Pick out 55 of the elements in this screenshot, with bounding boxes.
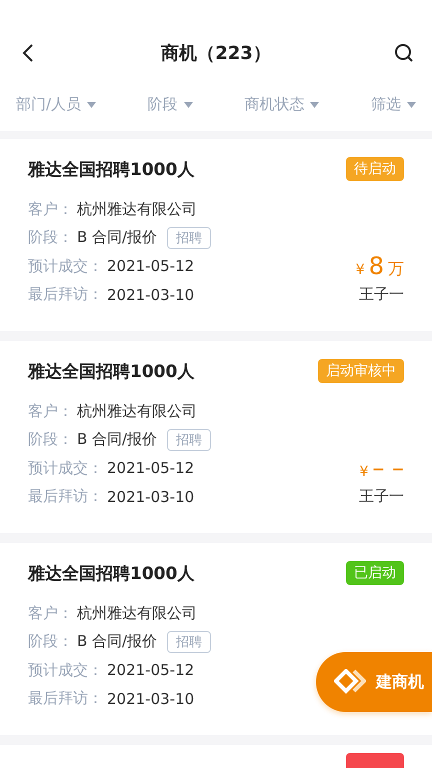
visit-date: 2021-03-10 [107,690,194,708]
stage-value: B 合同/报价 [77,228,158,248]
amount-value: – – [372,454,404,482]
customer-name: 杭州雅达有限公司 [77,402,197,421]
visit-date: 2021-03-10 [107,286,194,304]
owner-name: 王子一 [359,285,404,304]
filter-dropdown[interactable]: 商机状态 [244,95,320,114]
customer-name: 杭州雅达有限公司 [77,604,197,623]
amount-value: 8 [368,252,384,280]
field-label: 预计成交： [28,660,103,680]
currency-symbol: ¥ [356,262,365,278]
caret-icon [184,102,193,108]
field-label: 预计成交： [28,458,103,478]
card-title: 雅达全国招聘1000人 [28,360,194,382]
owner-name: 王子一 [359,487,404,506]
caret-icon [87,102,96,108]
deal-date: 2021-05-12 [107,661,194,680]
visit-date: 2021-03-10 [107,488,194,506]
field-label: 客户： [28,604,73,623]
back-icon [21,43,35,63]
category-tag: 招聘 [167,630,212,653]
deal-date: 2021-05-12 [107,459,194,478]
filter-dropdown[interactable]: 部门/人员 [16,95,96,114]
amount-unit: 万 [388,259,404,280]
stage-value: B 合同/报价 [77,430,158,450]
card-title: 雅达全国招聘1000人 [28,562,194,584]
create-opportunity-button[interactable]: 建商机 [316,652,432,712]
filter-dropdown[interactable]: 阶段 [148,95,193,114]
deal-date: 2021-05-12 [107,257,194,276]
field-label: 阶段： [28,430,73,450]
caret-icon [406,102,416,108]
stage-value: B 合同/报价 [77,632,158,652]
status-badge: 待启动 [346,157,404,181]
field-label: 客户： [28,402,73,421]
field-label: 阶段： [28,228,73,248]
opportunity-card[interactable]: 雅达全国招聘1000人 待启动 客户： 杭州雅达有限公司 阶段： B 合同/报价 招聘 预计成交： 2021-05-12 ¥ 8 万 最后拜访： 2021-03-10 王子一 [0,139,432,331]
search-icon [394,43,414,63]
caret-icon [310,102,320,108]
field-label: 预计成交： [28,256,103,276]
currency-symbol: ¥ [359,464,368,480]
opportunity-card[interactable]: 雅达全国招聘1000人 启动审核中 客户： 杭州雅达有限公司 阶段： B 合同/报价 招聘 预计成交： 2021-05-12 ¥ – – 最后拜访： 2021-03-10 王子一 [0,341,432,533]
field-label: 最后拜访： [28,689,103,708]
status-badge: 已启动 [346,561,404,585]
category-tag: 招聘 [167,428,212,451]
field-label: 最后拜访： [28,487,103,506]
card-title: 雅达全国招聘1000人 [28,158,194,180]
field-label: 阶段： [28,632,73,652]
page-title: 商机（223） [161,42,271,65]
diamond-logo-icon [334,669,366,695]
filter-dropdown[interactable]: 筛选 [370,95,416,114]
category-tag: 招聘 [167,226,212,249]
field-label: 最后拜访： [28,285,103,304]
customer-name: 杭州雅达有限公司 [77,200,197,219]
field-label: 客户： [28,200,73,219]
status-badge: 启动审核中 [318,359,404,383]
